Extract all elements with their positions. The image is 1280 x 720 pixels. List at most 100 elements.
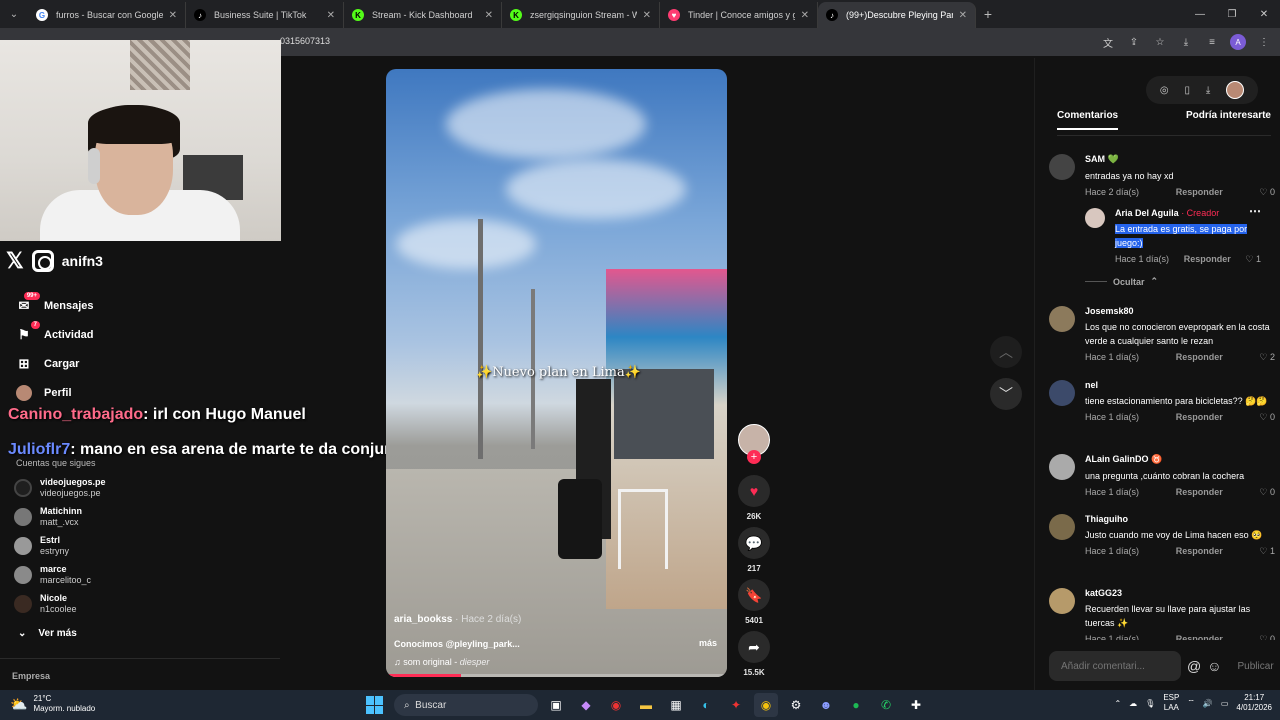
reply-button[interactable]: Responder bbox=[1176, 487, 1223, 498]
close-icon[interactable]: ✕ bbox=[959, 10, 967, 21]
tab-comentarios[interactable]: Comentarios bbox=[1057, 110, 1119, 130]
nav-actividad[interactable]: ⚑ 7 Actividad bbox=[14, 321, 94, 345]
tab-6-active[interactable]: ♪ (99+)Descubre Pleying Park Di ✕ bbox=[818, 2, 976, 28]
url-text[interactable]: 0315607313 bbox=[280, 36, 330, 46]
video-progress-bar[interactable] bbox=[386, 674, 727, 677]
following-item[interactable]: Nicole n1coolee bbox=[14, 593, 77, 615]
follow-plus-icon[interactable]: + bbox=[747, 450, 761, 464]
comment-like-button[interactable]: ♡ 0 bbox=[1259, 487, 1275, 498]
download-icon[interactable]: ⤓ bbox=[1206, 85, 1210, 96]
reply-button[interactable]: Responder bbox=[1176, 546, 1223, 557]
comment-user[interactable]: nel bbox=[1085, 380, 1275, 390]
mention-icon[interactable]: @ bbox=[1187, 658, 1201, 674]
avatar[interactable] bbox=[1049, 380, 1075, 406]
nav-perfil[interactable]: Perfil bbox=[14, 383, 72, 403]
comment-like-button[interactable]: ♡ 0 bbox=[1259, 634, 1275, 640]
comment-user[interactable]: Thiaguiho bbox=[1085, 514, 1275, 524]
avatar[interactable] bbox=[1049, 306, 1075, 332]
new-tab-button[interactable]: + bbox=[976, 6, 1000, 22]
avatar[interactable] bbox=[1049, 588, 1075, 614]
app-icon[interactable]: ✦ bbox=[724, 693, 748, 717]
comment-like-button[interactable]: ♡ 1 bbox=[1259, 546, 1275, 557]
ver-mas-button[interactable]: ⌄ Ver más bbox=[18, 628, 77, 639]
avatar[interactable] bbox=[1049, 454, 1075, 480]
comment-user[interactable]: Aria Del Aguila · Creador ⋯ bbox=[1115, 204, 1261, 218]
tab-5[interactable]: ♥ Tinder | Conoce amigos y gente ✕ bbox=[660, 2, 818, 28]
clock[interactable]: 21:17 4/01/2026 bbox=[1236, 693, 1272, 713]
restore-icon[interactable]: ❐ bbox=[1216, 0, 1248, 28]
volume-icon[interactable]: 🔊 bbox=[1203, 699, 1213, 708]
discord-icon[interactable]: ☻ bbox=[814, 693, 838, 717]
taskbar-search[interactable]: ⌕ Buscar bbox=[394, 694, 538, 716]
tab-3[interactable]: K Stream - Kick Dashboard ✕ bbox=[344, 2, 502, 28]
tab-podria-interesarte[interactable]: Podría interesarte bbox=[1186, 110, 1271, 130]
reply-button[interactable]: Responder bbox=[1176, 352, 1223, 363]
emoji-icon[interactable]: ☺ bbox=[1207, 658, 1221, 674]
save-action[interactable]: 🔖 5401 bbox=[738, 579, 770, 625]
user-avatar[interactable] bbox=[1226, 81, 1245, 99]
compass-icon[interactable]: ◎ bbox=[1160, 85, 1169, 96]
next-video-button[interactable]: ﹀ bbox=[990, 378, 1022, 410]
close-icon[interactable]: ✕ bbox=[327, 10, 335, 21]
network-icon[interactable]: ☁ bbox=[1129, 699, 1137, 708]
wifi-icon[interactable]: ⌔ bbox=[1187, 698, 1195, 708]
copilot-icon[interactable]: ◆ bbox=[574, 693, 598, 717]
reply-button[interactable]: Responder bbox=[1176, 634, 1223, 640]
steam-icon[interactable]: ⚙ bbox=[784, 693, 808, 717]
download-icon[interactable]: ⤓ bbox=[1178, 34, 1194, 50]
following-item[interactable]: Matichinn matt_.vcx bbox=[14, 506, 82, 528]
translate-icon[interactable]: 文 bbox=[1100, 34, 1116, 50]
language-indicator[interactable]: ESP LAA bbox=[1163, 693, 1179, 713]
app-icon-2[interactable]: ✚ bbox=[904, 693, 928, 717]
comment-user[interactable]: ALain GalinDO ♉ bbox=[1085, 454, 1275, 465]
avatar[interactable] bbox=[1085, 208, 1105, 228]
comment-user[interactable]: SAM 💚 bbox=[1085, 154, 1275, 165]
more-button[interactable]: más bbox=[699, 638, 717, 648]
close-icon[interactable]: ✕ bbox=[801, 10, 809, 21]
reading-list-icon[interactable]: ≡ bbox=[1204, 34, 1220, 50]
following-item[interactable]: videojuegos.pe videojuegos.pe bbox=[14, 477, 106, 499]
reply-button[interactable]: Responder bbox=[1176, 412, 1223, 423]
share-action[interactable]: ➦ 15.5K bbox=[738, 631, 770, 677]
comment-action[interactable]: 💬 217 bbox=[738, 527, 770, 573]
reply-button[interactable]: Responder bbox=[1184, 254, 1231, 265]
comment-like-button[interactable]: ♡ 1 bbox=[1245, 254, 1261, 265]
bookmark-star-icon[interactable]: ☆ bbox=[1152, 34, 1168, 50]
reply-button[interactable]: Responder bbox=[1176, 187, 1223, 198]
like-action[interactable]: ♥ 26K bbox=[738, 475, 770, 521]
close-icon[interactable]: ✕ bbox=[169, 10, 177, 21]
comment-like-button[interactable]: ♡ 0 bbox=[1259, 187, 1275, 198]
weather-widget[interactable]: ⛅ 21°C Mayorm. nublado bbox=[10, 694, 95, 714]
install-icon[interactable]: ⇪ bbox=[1126, 34, 1142, 50]
comment-like-button[interactable]: ♡ 0 bbox=[1259, 412, 1275, 423]
spotify-icon[interactable]: ● bbox=[844, 693, 868, 717]
tab-4[interactable]: Kzsergiqsinguion Stream - Watch ✕ bbox=[502, 2, 660, 28]
menu-icon[interactable]: ⋮ bbox=[1256, 34, 1272, 50]
avatar[interactable] bbox=[1049, 514, 1075, 540]
comment-like-button[interactable]: ♡ 2 bbox=[1259, 352, 1275, 363]
hide-replies-button[interactable]: Ocultar ⌃ bbox=[1085, 276, 1158, 287]
previous-video-button[interactable]: ︿ bbox=[990, 336, 1022, 368]
close-window-icon[interactable]: ✕ bbox=[1248, 0, 1280, 28]
mic-icon[interactable]: 🎙 bbox=[1145, 699, 1155, 708]
minimize-icon[interactable]: — bbox=[1184, 0, 1216, 28]
file-explorer-icon[interactable]: ▬ bbox=[634, 693, 658, 717]
following-item[interactable]: Estrl estryny bbox=[14, 535, 69, 557]
comment-input[interactable] bbox=[1049, 651, 1181, 681]
empresa-link[interactable]: Empresa bbox=[12, 671, 50, 681]
video-song[interactable]: ♫ som original - diesper bbox=[394, 657, 719, 667]
store-icon[interactable]: ▦ bbox=[664, 693, 688, 717]
phone-icon[interactable]: ▯ bbox=[1184, 85, 1190, 96]
close-icon[interactable]: ✕ bbox=[643, 10, 651, 21]
battery-icon[interactable]: ▭ bbox=[1221, 699, 1229, 708]
edge-icon[interactable]: ◐ bbox=[694, 693, 718, 717]
video-player[interactable]: ✨Nuevo plan en Lima✨ aria_bookss · Hace … bbox=[386, 69, 727, 677]
chevron-up-icon[interactable]: ⌃ bbox=[1114, 699, 1121, 708]
avatar[interactable] bbox=[1049, 154, 1075, 180]
tab-1[interactable]: Gfurros - Buscar con Google ✕ bbox=[28, 2, 186, 28]
tab-search-icon[interactable]: ⌄ bbox=[0, 0, 28, 28]
profile-avatar-icon[interactable]: A bbox=[1230, 34, 1246, 50]
comment-user[interactable]: Josemsk80 bbox=[1085, 306, 1275, 316]
nav-cargar[interactable]: ⊞ Cargar bbox=[14, 354, 80, 374]
chrome-icon[interactable]: ◉ bbox=[754, 693, 778, 717]
